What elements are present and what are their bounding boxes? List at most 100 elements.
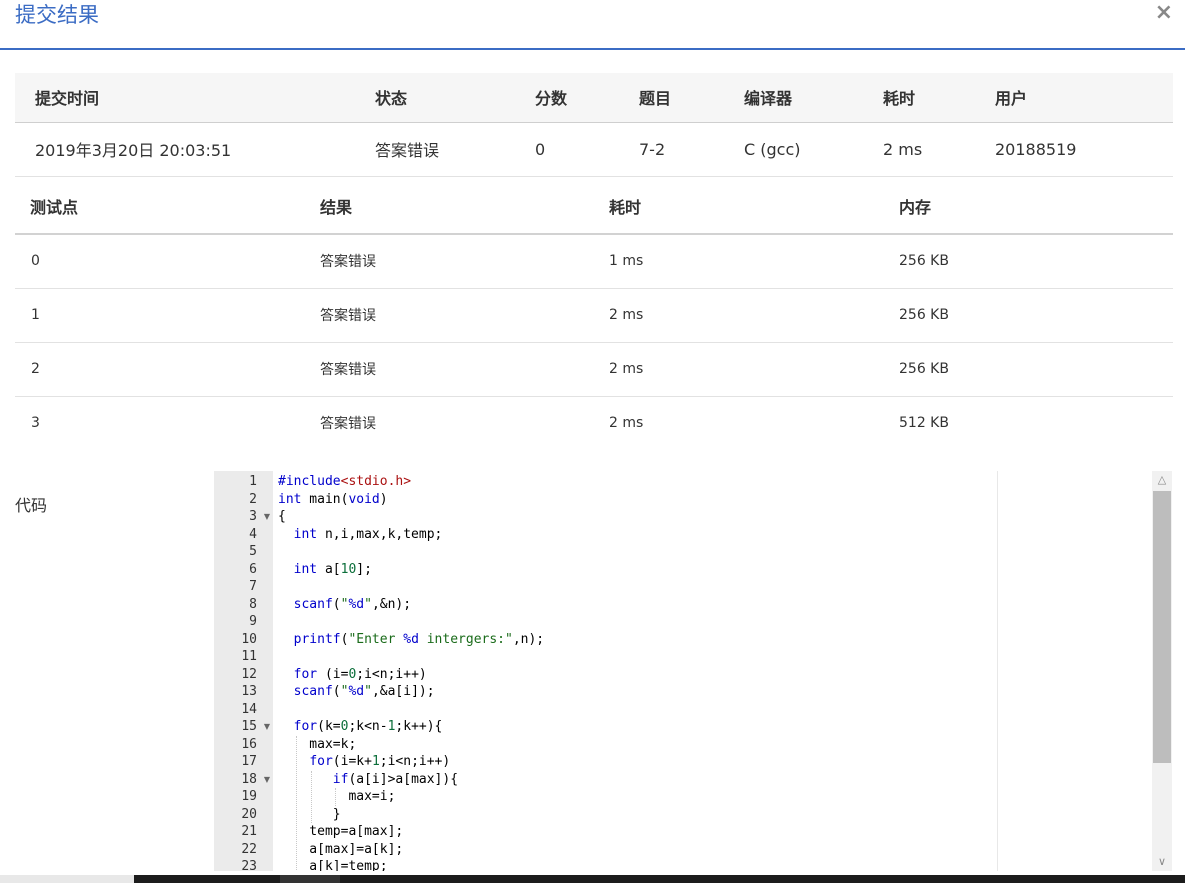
fold-icon[interactable]: ▼ <box>264 718 270 736</box>
line-number-text: 1 <box>249 474 257 489</box>
testcase-memory: 256 KB <box>899 234 1173 289</box>
testcase-time: 2 ms <box>609 288 899 343</box>
line-number-text: 12 <box>241 666 257 682</box>
line-number: 7 <box>214 578 273 596</box>
submission-status: 答案错误 <box>375 122 535 177</box>
testcase-id: 1 <box>15 288 320 343</box>
line-number: 5 <box>214 543 273 561</box>
line-number-text: 6 <box>249 561 257 577</box>
line-number-text: 10 <box>241 631 257 647</box>
code-label: 代码 <box>15 496 48 515</box>
submission-score: 0 <box>535 122 639 177</box>
header-result: 结果 <box>320 179 609 235</box>
testcase-memory: 256 KB <box>899 288 1173 343</box>
submission-row: 2019年3月20日 20:03:51 答案错误 0 7-2 C (gcc) 2… <box>15 122 1173 177</box>
code-editor[interactable]: 1 2 3 ▼ 4 5 6 7 8 9 10 11 12 13 14 15 ▼ 16 17 18 ▼ 19 20 21 22 23… <box>214 471 1172 871</box>
testcase-id: 2 <box>15 342 320 397</box>
bottom-bar-segment <box>0 875 134 883</box>
line-number-text: 22 <box>241 841 257 857</box>
line-number: 23 <box>214 858 273 871</box>
line-number-text: 14 <box>241 701 257 717</box>
line-number-text: 7 <box>249 579 257 594</box>
line-number: 14 <box>214 701 273 719</box>
code-line: printf("Enter %d intergers:",n); <box>293 631 545 647</box>
fold-icon[interactable]: ▼ <box>264 771 270 789</box>
testcase-result: 答案错误 <box>320 416 376 433</box>
header-compiler: 编译器 <box>744 73 883 123</box>
line-number: 17 <box>214 753 273 771</box>
scroll-down-icon[interactable]: ∨ <box>1152 853 1172 871</box>
scroll-thumb[interactable] <box>1153 491 1171 763</box>
line-number: 13 <box>214 683 273 701</box>
code-line: scanf("%d",&n); <box>293 596 412 612</box>
problem-link[interactable]: 7-2 <box>639 122 744 177</box>
line-number-text: 11 <box>241 649 257 664</box>
line-number-text: 9 <box>249 614 257 629</box>
line-number-text: 21 <box>241 824 257 839</box>
code-area[interactable]: #include<stdio.h> int main(void) { int n,i… <box>273 471 1172 871</box>
indent-guide <box>295 735 297 871</box>
line-number-text: 3 <box>249 509 257 524</box>
header-memory: 内存 <box>899 179 1173 235</box>
line-number-text: 20 <box>241 806 257 822</box>
testcase-memory: 256 KB <box>899 342 1173 397</box>
line-number: 4 <box>214 526 273 544</box>
header-testcase: 测试点 <box>15 179 320 235</box>
code-line: #include<stdio.h> <box>278 474 412 489</box>
code-line: a[max]=a[k]; <box>278 841 404 857</box>
line-number: 20 <box>214 806 273 824</box>
testcase-row: 3 答案错误 2 ms 512 KB <box>15 396 1173 450</box>
fold-icon[interactable]: ▼ <box>264 508 270 526</box>
submission-time: 2019年3月20日 20:03:51 <box>15 122 375 177</box>
code-line: int main(void) <box>278 491 388 507</box>
testcase-table: 测试点 结果 耗时 内存 0 答案错误 1 ms 256 KB 1 答案错误 2… <box>15 179 1173 450</box>
code-line: for (i=0;i<n;i++) <box>293 666 427 682</box>
submission-elapsed: 2 ms <box>883 122 995 177</box>
line-number-text: 19 <box>241 789 257 804</box>
code-line: int n,i,max,k,temp; <box>293 526 443 542</box>
line-number-text: 4 <box>249 526 257 542</box>
line-number-text: 8 <box>249 596 257 612</box>
testcase-time: 1 ms <box>609 234 899 289</box>
line-number: 1 <box>214 473 273 491</box>
line-number: 15 ▼ <box>214 718 273 736</box>
close-icon[interactable]: × <box>1155 1 1173 25</box>
code-line: int a[10]; <box>293 561 372 577</box>
line-number: 12 <box>214 666 273 684</box>
bottom-bar <box>0 875 1185 883</box>
line-number: 2 <box>214 491 273 509</box>
testcase-row: 1 答案错误 2 ms 256 KB <box>15 288 1173 343</box>
testcase-id: 3 <box>31 415 40 432</box>
code-line: scanf("%d",&a[i]); <box>293 684 435 699</box>
line-number: 18 ▼ <box>214 771 273 789</box>
line-number: 22 <box>214 841 273 859</box>
code-line: if(a[i]>a[max]){ <box>332 771 459 787</box>
editor-scrollbar[interactable]: △ ∨ <box>1152 471 1172 871</box>
line-number: 9 <box>214 613 273 631</box>
indent-guide <box>311 770 313 823</box>
testcase-header-row: 测试点 结果 耗时 内存 <box>15 179 1173 235</box>
line-number-text: 15 <box>241 719 257 734</box>
line-number-text: 18 <box>241 771 257 787</box>
code-line: for(k=0;k<n-1;k++){ <box>293 719 443 734</box>
line-number: 6 <box>214 561 273 579</box>
header-elapsed: 耗时 <box>883 73 995 123</box>
line-number-text: 2 <box>249 491 257 507</box>
scroll-up-icon[interactable]: △ <box>1152 471 1172 489</box>
submission-user: 20188519 <box>995 122 1173 177</box>
line-number: 19 <box>214 788 273 806</box>
testcase-id: 0 <box>15 234 320 289</box>
line-number-text: 17 <box>241 754 257 769</box>
testcase-result: 答案错误 <box>320 234 609 289</box>
header-score: 分数 <box>535 73 639 123</box>
submission-header-row: 提交时间 状态 分数 题目 编译器 耗时 用户 <box>15 73 1173 123</box>
testcase-memory: 512 KB <box>899 415 949 432</box>
header-testcase-time: 耗时 <box>609 179 899 235</box>
line-number: 10 <box>214 631 273 649</box>
line-number-text: 16 <box>241 736 257 752</box>
dialog-title: 提交结果 <box>15 3 99 27</box>
testcase-time: 2 ms <box>609 342 899 397</box>
submission-compiler: C (gcc) <box>744 122 883 177</box>
line-number-text: 13 <box>241 684 257 699</box>
line-number-text: 23 <box>241 859 257 871</box>
